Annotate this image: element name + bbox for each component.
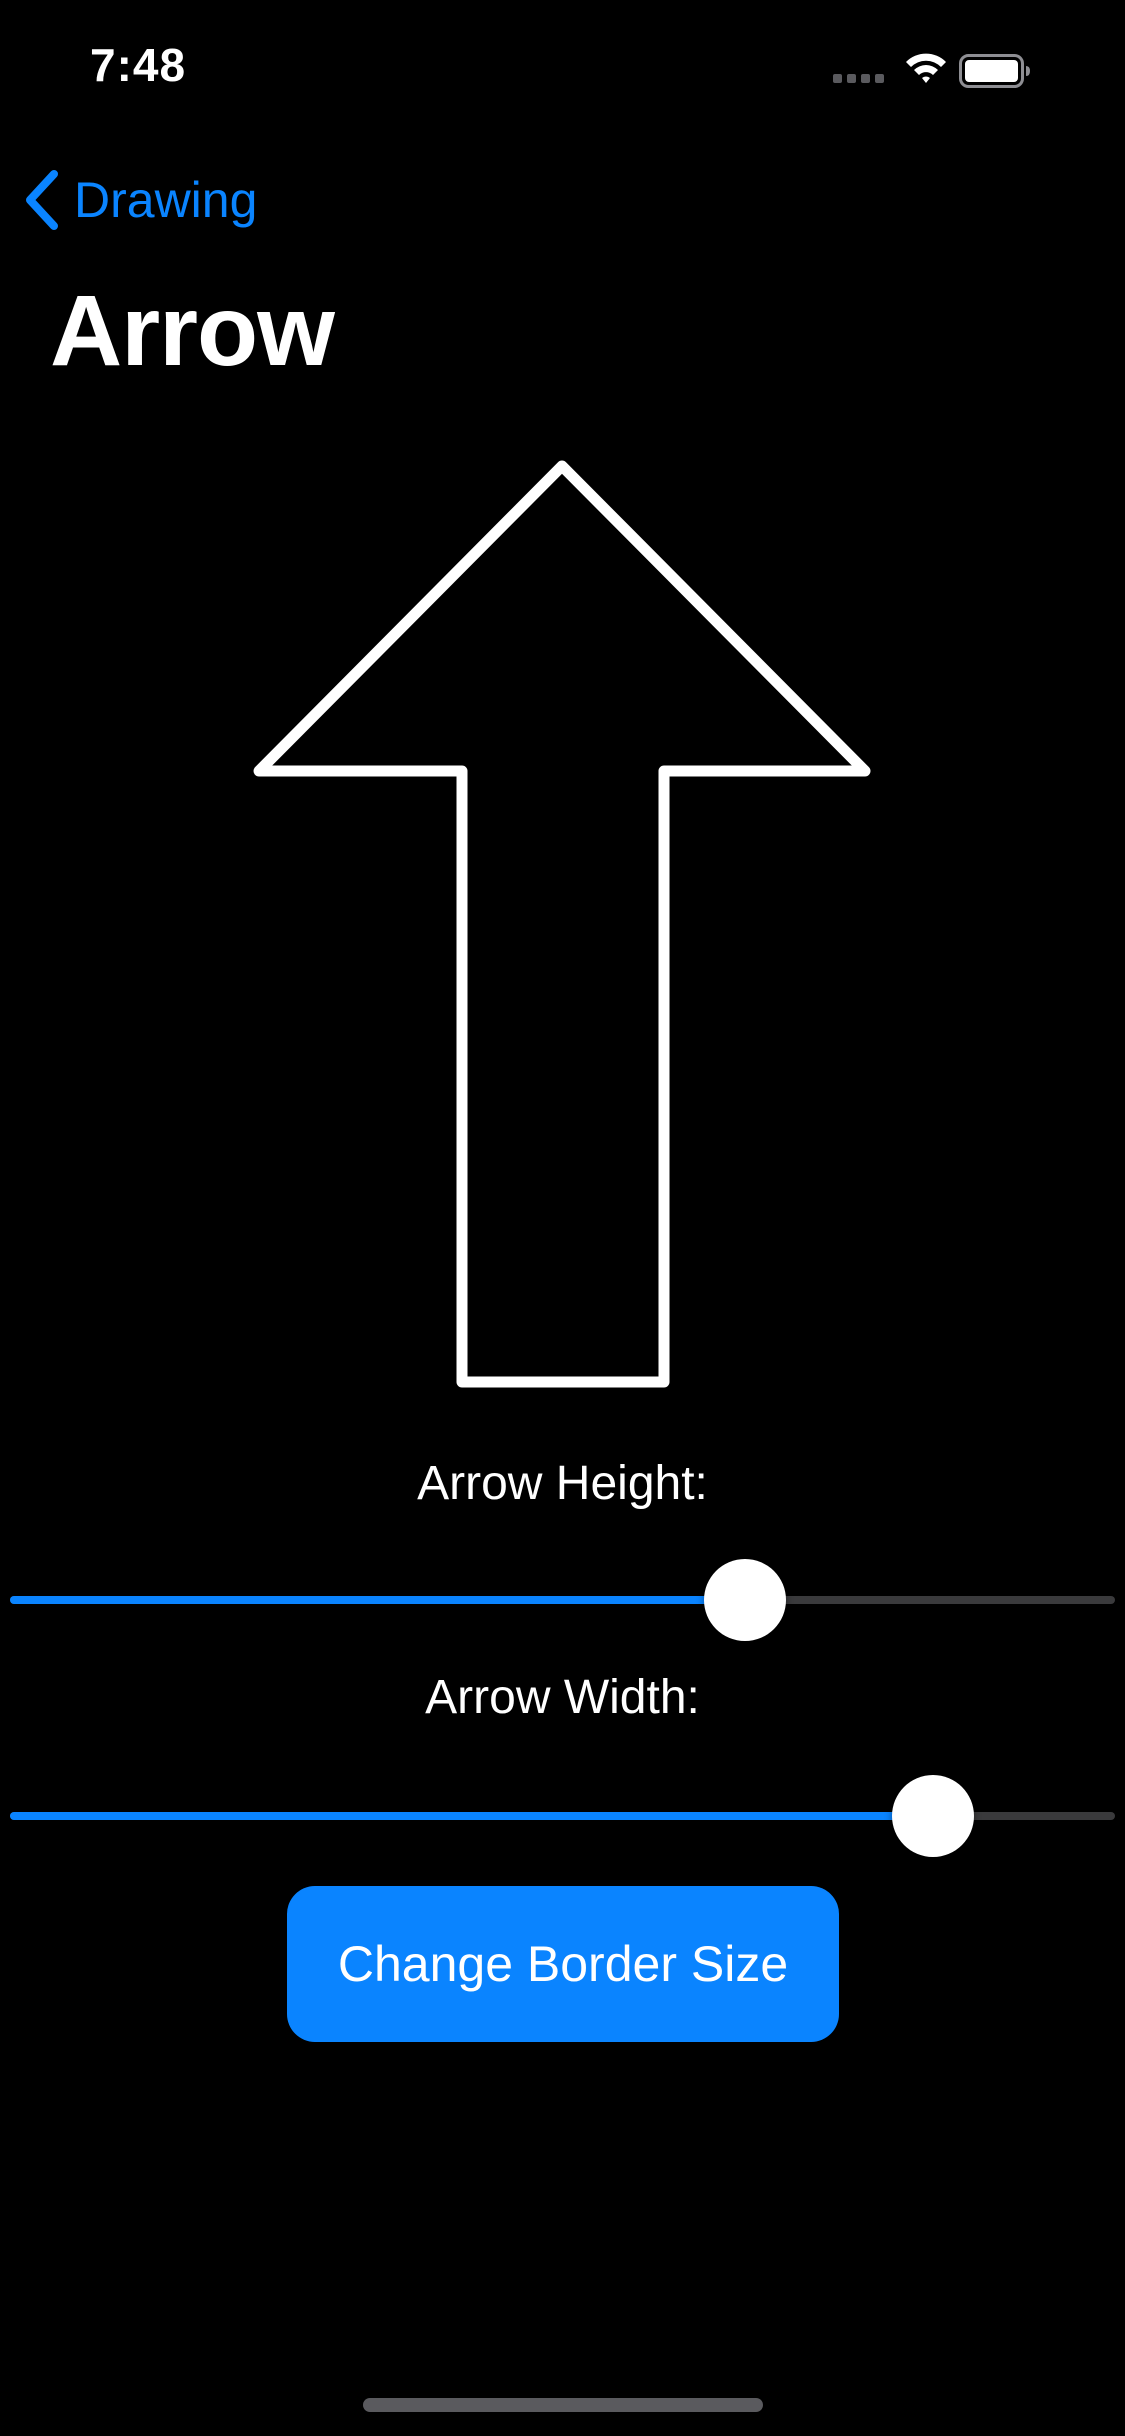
slider-thumb[interactable]: [891, 1775, 974, 1857]
chevron-left-icon: [26, 170, 58, 230]
home-indicator: [363, 2398, 763, 2412]
arrow-shape: [253, 460, 871, 1388]
arrow-height-label: Arrow Height:: [417, 1457, 708, 1510]
status-bar: 7:48: [0, 0, 1125, 140]
wifi-icon: [906, 53, 946, 83]
slider-track: [10, 1596, 1115, 1604]
back-button[interactable]: Drawing: [24, 160, 257, 240]
slider-fill: [10, 1596, 745, 1604]
status-time: 7:48: [90, 39, 187, 91]
slider-fill: [10, 1812, 933, 1820]
page-title: Arrow: [50, 275, 335, 387]
change-border-size-button[interactable]: Change Border Size: [287, 1886, 839, 2042]
back-button-label: Drawing: [74, 172, 258, 228]
arrow-width-label: Arrow Width:: [425, 1671, 700, 1724]
signal-icon: [833, 74, 884, 83]
arrow-width-slider[interactable]: [10, 1774, 1115, 1858]
battery-icon: [959, 54, 1030, 88]
slider-thumb[interactable]: [703, 1559, 786, 1641]
arrow-canvas: [253, 460, 871, 1388]
status-icons: [833, 50, 1083, 90]
arrow-height-slider[interactable]: [10, 1558, 1115, 1642]
